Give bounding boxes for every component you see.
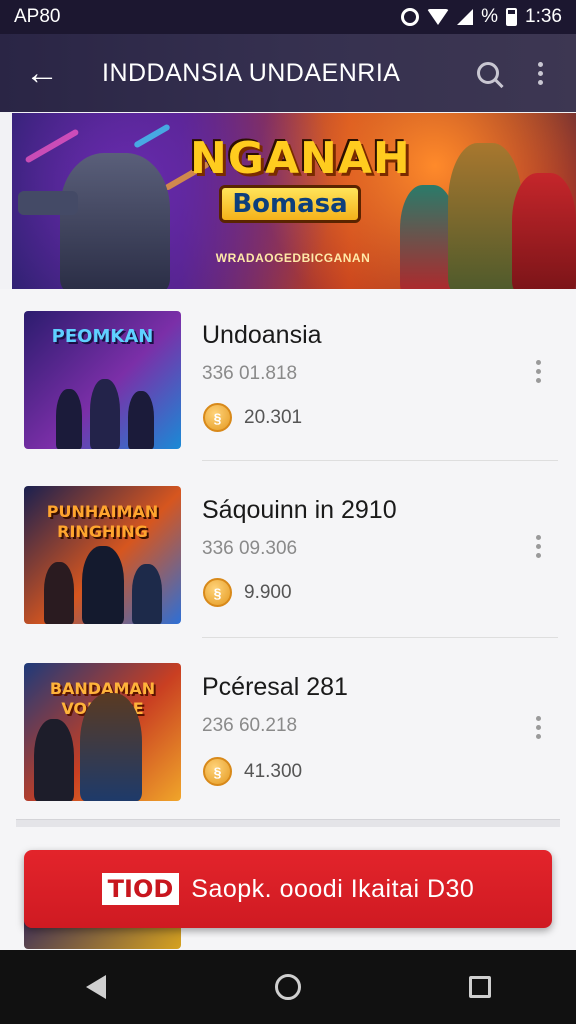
more-vert-icon [537, 61, 543, 67]
laser-beam-decoration [24, 128, 80, 164]
item-meta: 336 01.818 [202, 363, 298, 384]
figure [56, 389, 82, 449]
banner-logo: NGANAH Bomasa [190, 133, 411, 223]
circle-home-icon [275, 974, 301, 1000]
more-vert-icon [535, 715, 541, 721]
section-divider [16, 819, 560, 827]
game-thumbnail: PUNHAIMAN RINGHING [24, 486, 181, 624]
item-value: 20.301 [244, 407, 303, 428]
hero-figure [512, 173, 576, 289]
triangle-back-icon [86, 975, 106, 999]
figure [128, 391, 154, 449]
overflow-menu-button[interactable] [520, 49, 560, 97]
divider [202, 637, 558, 638]
figure [80, 693, 142, 801]
square-recents-icon [469, 976, 491, 998]
wifi-icon [427, 9, 450, 25]
featured-banner[interactable]: NGANAH Bomasa WRADAOGEDBICGANAN [12, 113, 576, 289]
alarm-icon [401, 8, 420, 26]
item-value: 9.900 [244, 582, 292, 603]
item-meta: 336 09.306 [202, 538, 298, 559]
system-nav-bar [0, 950, 576, 1024]
hero-figure [448, 143, 522, 289]
banner-tagline: WRADAOGEDBICGANAN [215, 251, 371, 265]
thumbnail-title: PEOMKAN [51, 326, 154, 347]
figure [34, 719, 74, 801]
clock: 1:36 [525, 6, 562, 27]
figure [90, 379, 120, 449]
coin-icon: § [203, 578, 232, 607]
battery-icon [506, 8, 518, 26]
item-overflow-button[interactable] [524, 707, 552, 747]
banner-subtitle: Bomasa [219, 185, 361, 223]
nav-back-button[interactable] [61, 957, 131, 1017]
figure [44, 562, 74, 624]
laser-beam-decoration [133, 123, 171, 149]
list-item[interactable]: BANDAMAN VOUINNE Pcéresal 281 236 60.218… [0, 663, 576, 838]
hero-armored-figure [60, 153, 170, 289]
item-overflow-button[interactable] [524, 351, 552, 391]
arrow-left-icon: ← [25, 53, 59, 92]
app-bar: ← INDDANSIA UNDAENRIA [0, 34, 576, 112]
game-thumbnail: BANDAMAN VOUINNE [24, 663, 181, 801]
status-bar: AP80 % 1:36 [0, 0, 576, 34]
blaster-weapon [18, 191, 78, 215]
more-vert-icon [535, 359, 541, 365]
coin-icon: § [203, 757, 232, 786]
figure [132, 564, 162, 624]
promo-cta-button[interactable]: TIOD Saopk. ooodi Ikaitai D30 [24, 850, 552, 928]
cta-label: Saopk. ooodi Ikaitai D30 [191, 874, 475, 903]
banner-title: NGANAH [190, 133, 411, 184]
back-button[interactable]: ← [12, 43, 72, 103]
game-thumbnail: PEOMKAN [24, 311, 181, 449]
coin-icon: § [203, 403, 232, 432]
list-item[interactable]: PEOMKAN Undoansia 336 01.818 § 20.301 [0, 311, 576, 486]
item-title: Undoansia [202, 321, 322, 349]
carrier-label: AP80 [14, 6, 61, 27]
nav-home-button[interactable] [253, 957, 323, 1017]
item-title: Pcéresal 281 [202, 673, 348, 701]
figure [82, 546, 124, 624]
list-item[interactable]: PUNHAIMAN RINGHING Sáqouinn in 2910 336 … [0, 486, 576, 661]
item-value: 41.300 [244, 761, 303, 782]
cta-badge: TIOD [101, 873, 180, 905]
divider [202, 460, 558, 461]
item-meta: 236 60.218 [202, 715, 298, 736]
nav-recents-button[interactable] [445, 957, 515, 1017]
item-title: Sáqouinn in 2910 [202, 496, 397, 524]
status-icons: % 1:36 [401, 6, 562, 28]
thumbnail-title: PUNHAIMAN RINGHING [46, 502, 159, 541]
more-vert-icon [535, 534, 541, 540]
search-button[interactable] [464, 49, 512, 97]
search-icon [477, 62, 499, 84]
battery-percent: % [481, 6, 499, 27]
page-title: INDDANSIA UNDAENRIA [102, 58, 401, 87]
item-overflow-button[interactable] [524, 526, 552, 566]
signal-icon [457, 9, 474, 25]
